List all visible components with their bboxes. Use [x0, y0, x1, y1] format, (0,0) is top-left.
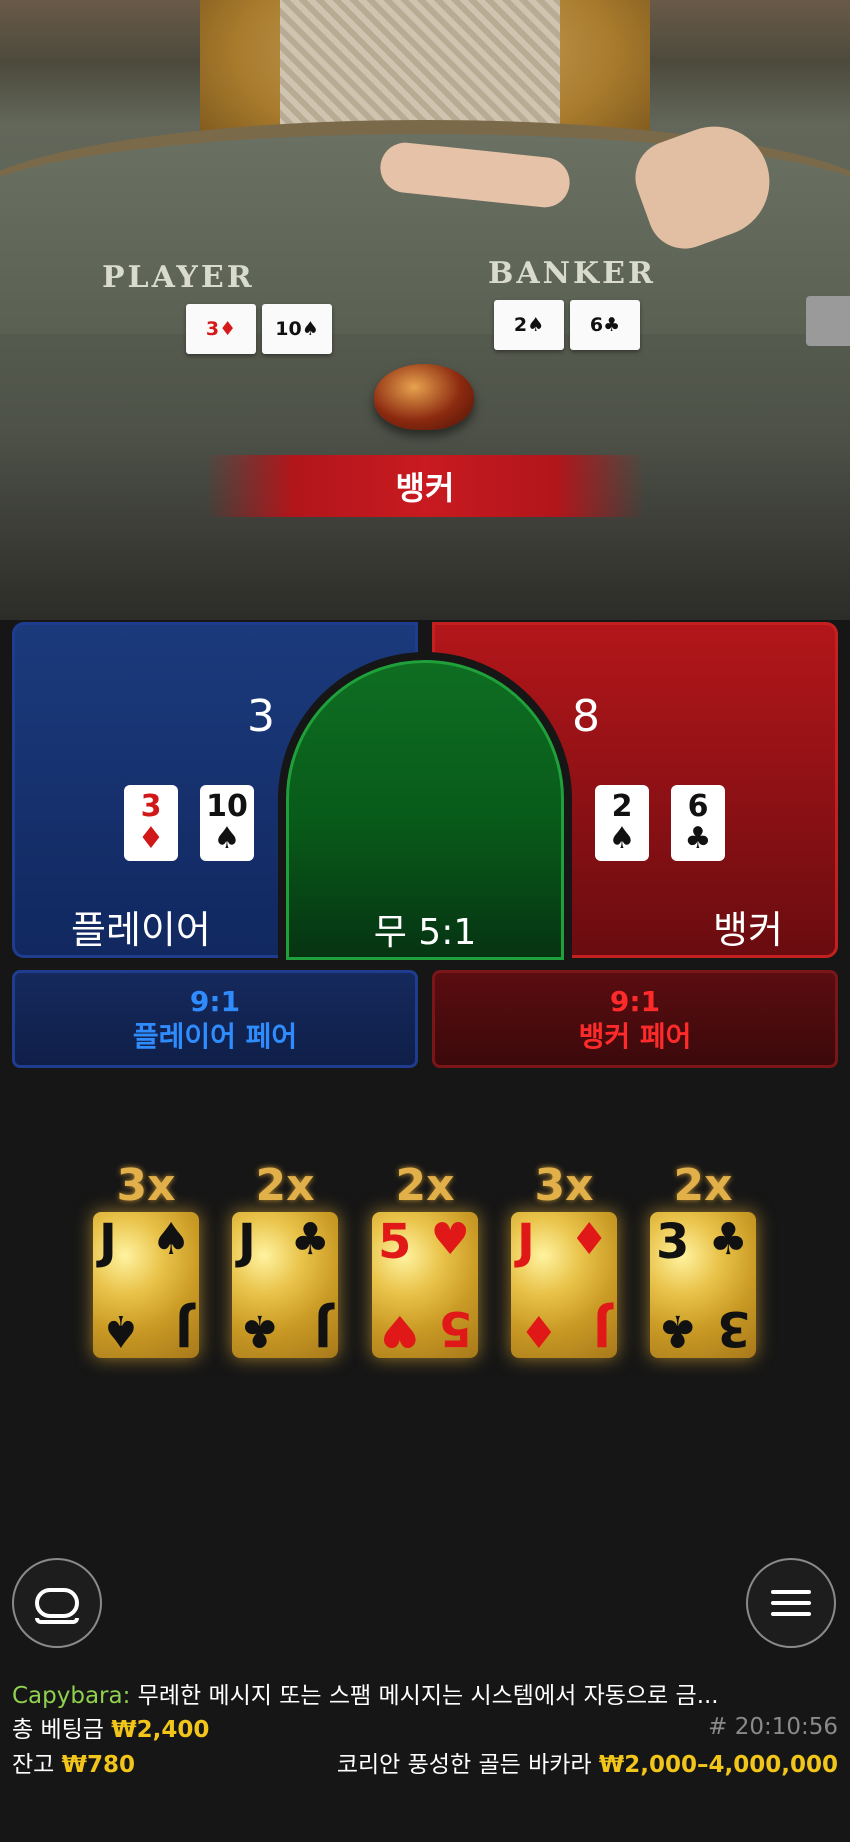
chat-username: Capybara: [12, 1683, 131, 1709]
player-pair-label: 플레이어 페어 [132, 1020, 298, 1053]
player-score: 3 [247, 691, 275, 742]
banker-pair-bet-spot[interactable]: 9:1 뱅커 페어 [432, 970, 838, 1068]
lucky-card-1: 3x J ♠ ♠ J [93, 1160, 199, 1358]
lucky-card-multiplier: 3x [116, 1160, 176, 1211]
chat-text: 무례한 메시지 또는 스팸 메시지는 시스템에서 자동으로 금... [137, 1683, 719, 1709]
player-card-1: 3 ♦ [124, 785, 178, 861]
table-bell [374, 364, 474, 430]
lucky-card-4: 3x J ♦ ♦ J [511, 1160, 617, 1358]
lucky-card-multiplier: 2x [255, 1160, 315, 1211]
tie-bet-spot[interactable]: 무 5:1 [286, 660, 564, 960]
chat-icon [35, 1588, 79, 1624]
lucky-card-multiplier: 3x [534, 1160, 594, 1211]
menu-button[interactable] [746, 1558, 836, 1648]
banker-pair-odds: 9:1 [609, 985, 661, 1018]
card-shoe [806, 296, 850, 346]
felt-banker-label: BANKER [488, 256, 656, 291]
felt-player-label: PLAYER [102, 260, 255, 295]
chat-message: Capybara: 무례한 메시지 또는 스팸 메시지는 시스템에서 자동으로 … [12, 1676, 719, 1710]
bet-limits: ₩2,000–4,000,000 [598, 1752, 838, 1778]
round-id: # 20:10:56 [708, 1714, 838, 1740]
banker-pair-label: 뱅커 페어 [578, 1020, 692, 1053]
lucky-card-3: 2x 5 ♥ ♥ 5 [372, 1160, 478, 1358]
felt-player-card-1: 3 ♦ [186, 304, 256, 354]
golden-card: J ♣ ♣ J [232, 1212, 338, 1358]
balance-label: 잔고 [12, 1752, 55, 1778]
player-pair-bet-spot[interactable]: 9:1 플레이어 페어 [12, 970, 418, 1068]
chat-button[interactable] [12, 1558, 102, 1648]
menu-icon [771, 1583, 811, 1623]
lucky-card-multiplier: 2x [395, 1160, 455, 1211]
banker-card-2: 6 ♣ [671, 785, 725, 861]
felt-banker-card-1: 2 ♠ [494, 300, 564, 350]
lucky-card-5: 2x 3 ♣ ♣ 3 [650, 1160, 756, 1358]
banker-score: 8 [572, 691, 600, 742]
golden-card: J ♠ ♠ J [93, 1212, 199, 1358]
balance-row: 잔고 ₩780 코리안 풍성한 골든 바카라 ₩2,000–4,000,000 [12, 1745, 838, 1779]
lucky-card-multiplier: 2x [673, 1160, 733, 1211]
banker-card-1: 2 ♠ [595, 785, 649, 861]
player-bet-label: 플레이어 [71, 908, 211, 952]
game-screen: PLAYER BANKER 3 ♦ 10 ♠ 2 ♠ 6 ♣ 뱅커 3 3 ♦ 10 ♠ 플… [0, 0, 850, 1842]
total-bet-value: ₩2,400 [111, 1717, 210, 1743]
golden-card: J ♦ ♦ J [511, 1212, 617, 1358]
felt-player-card-2: 10 ♠ [262, 304, 332, 354]
banker-bet-label: 뱅커 [713, 908, 783, 952]
player-pair-odds: 9:1 [189, 985, 241, 1018]
table-name: 코리안 풍성한 골든 바카라 [336, 1752, 592, 1778]
tie-bet-label: 무 5:1 [373, 912, 477, 953]
lucky-card-2: 2x J ♣ ♣ J [232, 1160, 338, 1358]
player-card-2: 10 ♠ [200, 785, 254, 861]
result-banner: 뱅커 [205, 455, 645, 517]
total-bet-row: 총 베팅금 ₩2,400 # 20:10:56 [12, 1710, 838, 1744]
live-video: PLAYER BANKER 3 ♦ 10 ♠ 2 ♠ 6 ♣ [0, 0, 850, 620]
total-bet-label: 총 베팅금 [12, 1717, 104, 1743]
felt-banker-card-2: 6 ♣ [570, 300, 640, 350]
golden-card: 5 ♥ ♥ 5 [372, 1212, 478, 1358]
balance-value: ₩780 [61, 1752, 136, 1778]
golden-card: 3 ♣ ♣ 3 [650, 1212, 756, 1358]
